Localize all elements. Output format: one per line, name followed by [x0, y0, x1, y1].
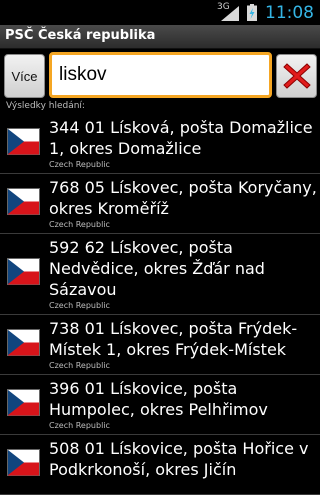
result-text: 508 01 Lískovice, pošta Hořice v Podkrkon… — [49, 438, 317, 480]
result-line: okres Kroměříž — [49, 199, 169, 218]
czech-flag-icon — [7, 329, 40, 356]
result-text: 738 01 Lískovec, pošta Frýdek- Místek 1, … — [49, 318, 317, 360]
result-line: Humpolec, okres Pelhřimov — [49, 400, 268, 419]
result-line: 344 01 Lísková, pošta Domažlice — [49, 118, 313, 137]
network-type-label: 3G — [217, 1, 230, 12]
result-row[interactable]: 768 05 Lískovec, pošta Koryčany, okres Kr… — [0, 174, 320, 234]
czech-flag-icon — [7, 258, 40, 285]
result-country: Czech Republic — [49, 220, 110, 229]
clock: 11:08 — [265, 2, 314, 23]
battery-charging-icon — [247, 4, 257, 21]
result-row[interactable]: 508 01 Lískovice, pošta Hořice v Podkrkon… — [0, 435, 320, 495]
result-country: Czech Republic — [49, 361, 110, 370]
czech-flag-icon — [7, 188, 40, 215]
status-icons: 3G 11:08 — [217, 0, 314, 25]
result-line: Sázavou — [49, 280, 117, 299]
search-bar: Více — [0, 49, 320, 100]
result-text: 592 62 Lískovec, pošta Nedvědice, okres Ž… — [49, 237, 317, 300]
result-row[interactable]: 396 01 Lískovice, pošta Humpolec, okres P… — [0, 375, 320, 435]
result-line: 508 01 Lískovice, pošta Hořice v — [49, 439, 309, 458]
result-line: 768 05 Lískovec, pošta Koryčany, — [49, 178, 317, 197]
result-line: 592 62 Lískovec, pošta — [49, 238, 233, 257]
result-line: 738 01 Lískovec, pošta Frýdek- — [49, 319, 298, 338]
result-text: 344 01 Lísková, pošta Domažlice 1, okres … — [49, 117, 317, 159]
result-row[interactable]: 344 01 Lísková, pošta Domažlice 1, okres … — [0, 114, 320, 174]
czech-flag-icon — [7, 449, 40, 476]
result-row[interactable]: 738 01 Lískovec, pošta Frýdek- Místek 1, … — [0, 315, 320, 375]
result-text: 768 05 Lískovec, pošta Koryčany, okres Kr… — [49, 177, 317, 219]
app-title-bar: PSČ Česká republika — [0, 25, 320, 49]
czech-flag-icon — [7, 128, 40, 155]
result-line: Podkrkonoší, okres Jičín — [49, 460, 237, 479]
results-heading: Výsledky hledání: — [6, 101, 85, 111]
more-button[interactable]: Více — [4, 54, 45, 98]
clear-search-button[interactable] — [276, 54, 317, 98]
result-line: 1, okres Domažlice — [49, 139, 202, 158]
signal-strength-icon: 3G — [217, 1, 241, 21]
result-line: Nedvědice, okres Žďár nad — [49, 259, 265, 278]
results-list: 344 01 Lísková, pošta Domažlice 1, okres … — [0, 114, 320, 495]
result-text: 396 01 Lískovice, pošta Humpolec, okres P… — [49, 378, 317, 420]
result-line: 396 01 Lískovice, pošta — [49, 379, 238, 398]
status-bar: 3G 11:08 — [0, 0, 320, 25]
search-input[interactable] — [49, 52, 272, 98]
result-country: Czech Republic — [49, 301, 110, 310]
result-country: Czech Republic — [49, 421, 110, 430]
result-country: Czech Republic — [49, 160, 110, 169]
result-line: Místek 1, okres Frýdek-Místek — [49, 340, 287, 359]
app-title: PSČ Česká republika — [5, 28, 156, 43]
result-row[interactable]: 592 62 Lískovec, pošta Nedvědice, okres Ž… — [0, 234, 320, 315]
czech-flag-icon — [7, 389, 40, 416]
red-x-icon — [282, 63, 311, 89]
